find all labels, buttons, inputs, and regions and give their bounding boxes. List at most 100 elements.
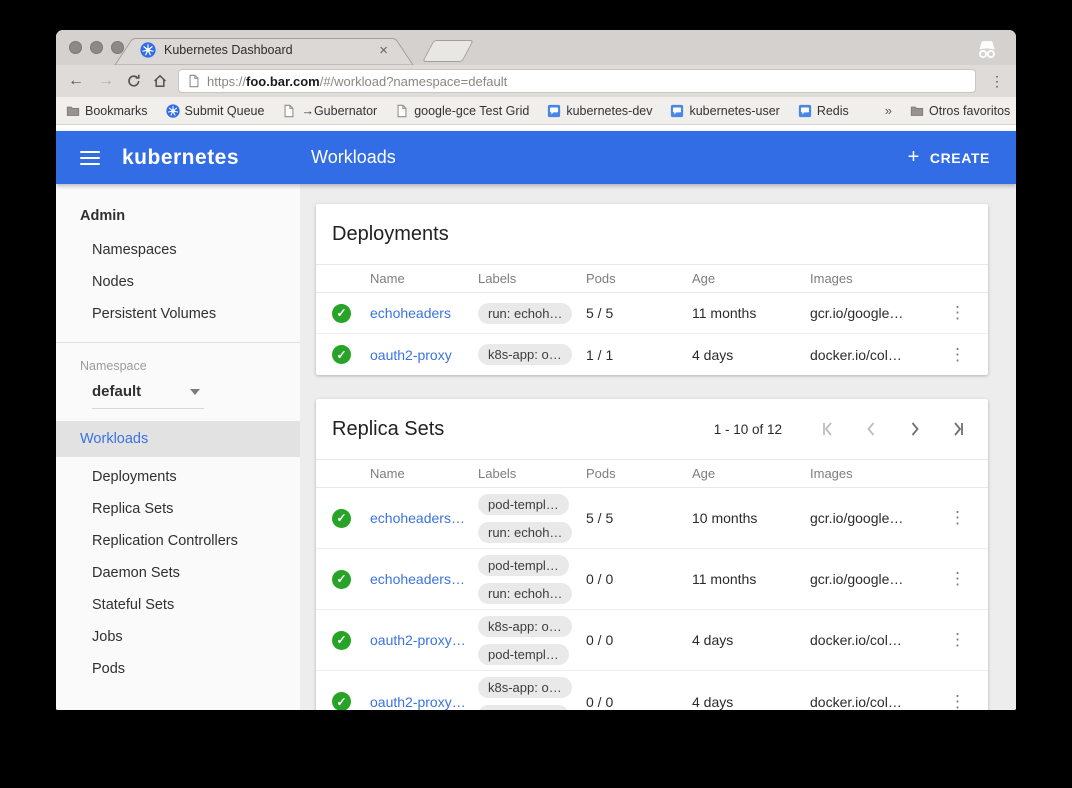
status-ok-icon: ✓: [332, 692, 351, 710]
kubernetes-logo[interactable]: kubernetes: [122, 146, 239, 170]
table-row: ✓ echoheaders run: echoh… 5 / 5 11 month…: [316, 293, 988, 334]
kubernetes-icon: [166, 104, 180, 118]
window-close-button[interactable]: [69, 41, 82, 54]
page-icon: [187, 74, 201, 88]
row-menu-icon[interactable]: ⋮: [949, 306, 988, 320]
label-chip: pod-templ…: [478, 644, 569, 665]
bookmark-item[interactable]: Submit Queue: [166, 104, 265, 118]
row-menu-icon[interactable]: ⋮: [949, 348, 988, 362]
pagination: 1 - 10 of 12: [714, 420, 968, 438]
page-icon: [395, 104, 409, 118]
create-button[interactable]: + CREATE: [908, 146, 990, 169]
browser-menu-icon[interactable]: ⋮: [986, 73, 1008, 90]
table-row: ✓ oauth2-proxy… k8s-app: o… pod-templ… 0…: [316, 610, 988, 671]
label-chip: run: echoh…: [478, 303, 572, 324]
new-tab-button[interactable]: [422, 40, 474, 62]
bookmark-item[interactable]: Redis: [798, 104, 849, 118]
sidebar-item-namespaces[interactable]: Namespaces: [56, 234, 300, 266]
row-menu-icon[interactable]: ⋮: [949, 695, 988, 709]
hamburger-menu-icon[interactable]: [80, 151, 100, 165]
reload-icon[interactable]: [126, 73, 142, 89]
table-row: ✓ oauth2-proxy… k8s-app: o… pod-templ… 0…: [316, 671, 988, 710]
bookmark-item[interactable]: kubernetes-user: [670, 104, 779, 118]
sidebar-item-nodes[interactable]: Nodes: [56, 266, 300, 298]
deployment-link[interactable]: oauth2-proxy: [370, 347, 478, 363]
sidebar-item-replication-controllers[interactable]: Replication Controllers: [56, 525, 300, 557]
chevron-down-icon: [190, 389, 200, 395]
sidebar-item-pods[interactable]: Pods: [56, 653, 300, 685]
label-chip: run: echoh…: [478, 583, 572, 604]
label-chip: pod-templ…: [478, 494, 569, 515]
row-menu-icon[interactable]: ⋮: [949, 633, 988, 647]
tab-close-icon[interactable]: ×: [379, 43, 388, 58]
url-bar[interactable]: https://foo.bar.com/#/workload?namespace…: [178, 69, 976, 93]
sidebar-divider: [56, 342, 300, 343]
tab-title: Kubernetes Dashboard: [164, 43, 371, 57]
bookmark-item[interactable]: Bookmarks: [66, 104, 148, 118]
table-row: ✓ oauth2-proxy k8s-app: o… 1 / 1 4 days …: [316, 334, 988, 375]
group-icon: [547, 104, 561, 118]
browser-titlebar: Kubernetes Dashboard ×: [56, 30, 1016, 65]
replica-set-link[interactable]: oauth2-proxy…: [370, 694, 478, 710]
kubernetes-favicon: [140, 42, 156, 58]
replica-set-link[interactable]: oauth2-proxy…: [370, 632, 478, 648]
row-menu-icon[interactable]: ⋮: [949, 572, 988, 586]
browser-toolbar: ← → https://foo.bar.com/#/workload?names…: [56, 65, 1016, 97]
main-content: Deployments Name Labels Pods Age Images …: [300, 184, 1016, 710]
label-chip: k8s-app: o…: [478, 344, 572, 365]
first-page-icon[interactable]: [818, 420, 836, 438]
sidebar-item-deployments[interactable]: Deployments: [56, 461, 300, 493]
back-icon[interactable]: ←: [66, 72, 86, 90]
label-chip: k8s-app: o…: [478, 677, 572, 698]
label-chip: run: echoh…: [478, 522, 572, 543]
namespace-select[interactable]: default: [92, 383, 204, 409]
status-ok-icon: ✓: [332, 631, 351, 650]
label-chip: pod-templ…: [478, 555, 569, 576]
browser-tab[interactable]: Kubernetes Dashboard ×: [114, 38, 414, 65]
status-ok-icon: ✓: [332, 509, 351, 528]
folder-icon: [910, 104, 924, 118]
namespace-label: Namespace: [56, 353, 300, 379]
card-title: Deployments: [332, 223, 968, 246]
table-row: ✓ echoheaders… pod-templ… run: echoh… 0 …: [316, 549, 988, 610]
previous-page-icon[interactable]: [862, 420, 880, 438]
deployment-link[interactable]: echoheaders: [370, 305, 478, 321]
table-row: ✓ echoheaders… pod-templ… run: echoh… 5 …: [316, 488, 988, 549]
status-ok-icon: ✓: [332, 570, 351, 589]
bookmarks-bar: Bookmarks Submit Queue →Gubernator googl…: [56, 97, 1016, 125]
home-icon[interactable]: [152, 73, 168, 89]
forward-icon[interactable]: →: [96, 72, 116, 90]
label-chip: k8s-app: o…: [478, 616, 572, 637]
sidebar-item-persistent-volumes[interactable]: Persistent Volumes: [56, 298, 300, 330]
status-ok-icon: ✓: [332, 345, 351, 364]
sidebar: Admin Namespaces Nodes Persistent Volume…: [56, 184, 300, 710]
folder-icon: [66, 104, 80, 118]
sidebar-item-jobs[interactable]: Jobs: [56, 621, 300, 653]
row-menu-icon[interactable]: ⋮: [949, 511, 988, 525]
replica-set-link[interactable]: echoheaders…: [370, 571, 478, 587]
sidebar-item-workloads[interactable]: Workloads: [56, 421, 300, 457]
app-header: kubernetes Workloads + CREATE: [56, 131, 1016, 184]
bookmark-item[interactable]: →Gubernator: [282, 104, 377, 118]
browser-window: Kubernetes Dashboard × ← → https://foo.b…: [56, 30, 1016, 710]
replica-sets-card: Replica Sets 1 - 10 of 12 Name Labels Po…: [316, 399, 988, 710]
bookmark-item[interactable]: google-gce Test Grid: [395, 104, 529, 118]
bookmarks-overflow-icon[interactable]: »: [885, 103, 892, 118]
group-icon: [670, 104, 684, 118]
incognito-icon: [974, 36, 1000, 60]
sidebar-item-admin[interactable]: Admin: [56, 198, 300, 234]
page-icon: [282, 104, 296, 118]
deployments-card: Deployments Name Labels Pods Age Images …: [316, 204, 988, 375]
sidebar-item-daemon-sets[interactable]: Daemon Sets: [56, 557, 300, 589]
plus-icon: +: [908, 146, 920, 169]
replica-set-link[interactable]: echoheaders…: [370, 510, 478, 526]
window-minimize-button[interactable]: [90, 41, 103, 54]
card-title: Replica Sets: [332, 418, 714, 441]
other-favorites-folder[interactable]: Otros favoritos: [910, 104, 1010, 118]
next-page-icon[interactable]: [906, 420, 924, 438]
last-page-icon[interactable]: [950, 420, 968, 438]
bookmark-item[interactable]: kubernetes-dev: [547, 104, 652, 118]
sidebar-item-stateful-sets[interactable]: Stateful Sets: [56, 589, 300, 621]
table-header: Name Labels Pods Age Images: [316, 459, 988, 488]
sidebar-item-replica-sets[interactable]: Replica Sets: [56, 493, 300, 525]
